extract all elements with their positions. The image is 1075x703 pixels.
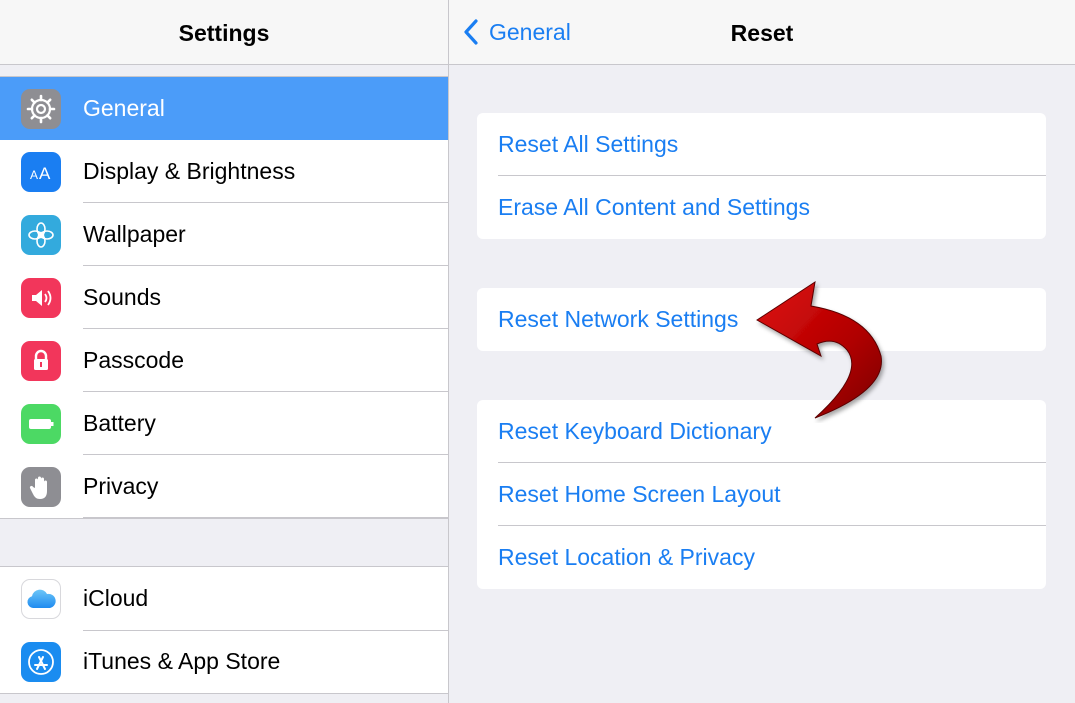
sidebar-item-label: Passcode	[83, 347, 185, 373]
settings-sidebar: Settings General A A Display & Brightnes…	[0, 0, 449, 703]
detail-navbar: General Reset	[449, 0, 1075, 65]
sidebar-item-privacy[interactable]: Privacy	[0, 455, 448, 518]
sidebar-item-sounds[interactable]: Sounds	[0, 266, 448, 329]
reset-home-screen-layout-button[interactable]: Reset Home Screen Layout	[477, 463, 1046, 526]
cloud-icon	[21, 579, 61, 619]
sidebar-title: Settings	[178, 20, 270, 46]
annotation-arrow-icon	[756, 280, 882, 419]
page-title: Reset	[730, 20, 794, 46]
svg-text:A: A	[39, 164, 51, 183]
gear-icon	[21, 89, 61, 129]
sidebar-item-passcode[interactable]: Passcode	[0, 329, 448, 392]
reset-option-label: Reset All Settings	[498, 131, 679, 157]
reset-option-label: Reset Home Screen Layout	[498, 481, 781, 507]
sidebar-item-label: iTunes & App Store	[83, 648, 281, 674]
reset-option-label: Reset Network Settings	[498, 306, 739, 332]
sidebar-item-itunes-app-store[interactable]: iTunes & App Store	[0, 630, 448, 693]
reset-location-privacy-button[interactable]: Reset Location & Privacy	[477, 526, 1046, 589]
svg-text:A: A	[30, 168, 38, 182]
detail-title: Reset	[449, 0, 1075, 64]
erase-all-content-button[interactable]: Erase All Content and Settings	[477, 176, 1046, 239]
lock-icon	[21, 341, 61, 381]
sidebar-group-main: General A A Display & Brightness Wallpap…	[0, 76, 448, 519]
sidebar-item-battery[interactable]: Battery	[0, 392, 448, 455]
sidebar-item-label: Battery	[83, 410, 156, 436]
speaker-icon	[21, 278, 61, 318]
reset-card-general: Reset All Settings Erase All Content and…	[477, 113, 1046, 239]
row-divider	[83, 630, 448, 631]
hand-icon	[21, 467, 61, 507]
reset-option-label: Reset Location & Privacy	[498, 544, 755, 570]
reset-option-label: Erase All Content and Settings	[498, 194, 810, 220]
text-size-icon: A A	[21, 152, 61, 192]
sidebar-item-label: Wallpaper	[83, 221, 186, 247]
sidebar-item-display-brightness[interactable]: A A Display & Brightness	[0, 140, 448, 203]
sidebar-item-general[interactable]: General	[0, 77, 448, 140]
reset-card-other: Reset Keyboard Dictionary Reset Home Scr…	[477, 400, 1046, 589]
app-store-icon	[21, 642, 61, 682]
sidebar-item-wallpaper[interactable]: Wallpaper	[0, 203, 448, 266]
sidebar-item-label: General	[83, 95, 165, 121]
row-divider	[83, 517, 448, 518]
sidebar-navbar: Settings	[0, 0, 448, 65]
sidebar-item-icloud[interactable]: iCloud	[0, 567, 448, 630]
flower-icon	[21, 215, 61, 255]
reset-option-label: Reset Keyboard Dictionary	[498, 418, 772, 444]
sidebar-item-label: iCloud	[83, 585, 149, 611]
sidebar-item-label: Sounds	[83, 284, 162, 310]
sidebar-item-label: Privacy	[83, 473, 159, 499]
sidebar-group-accounts: iCloud iTunes & App Store	[0, 566, 448, 694]
battery-icon	[21, 404, 61, 444]
reset-all-settings-button[interactable]: Reset All Settings	[477, 113, 1046, 176]
sidebar-item-label: Display & Brightness	[83, 158, 296, 184]
